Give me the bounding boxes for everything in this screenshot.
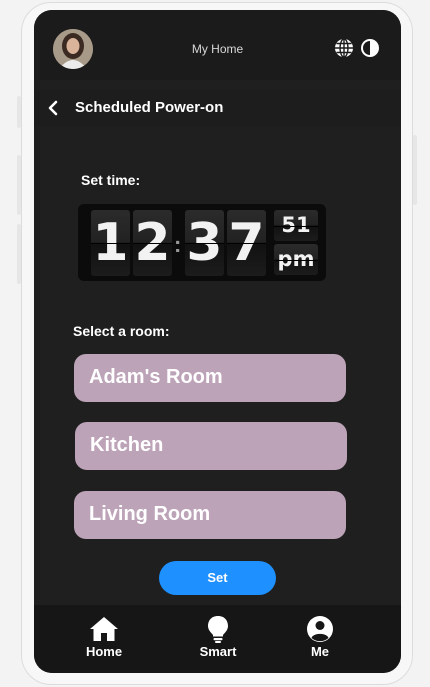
seconds-display: 51 (274, 210, 318, 241)
globe-icon[interactable] (334, 38, 354, 58)
bottom-nav: Home Smart Me (34, 605, 401, 673)
nav-item-smart[interactable]: Smart (188, 615, 248, 659)
am-pm-toggle[interactable]: pm (274, 244, 318, 275)
contrast-icon[interactable] (360, 38, 380, 58)
select-room-label: Select a room: (73, 323, 170, 339)
user-icon (307, 616, 333, 642)
home-icon (90, 617, 118, 641)
page-header: Scheduled Power-on (34, 90, 401, 126)
top-bar: My Home (34, 10, 401, 80)
room-option-kitchen[interactable]: Kitchen (75, 422, 347, 470)
time-picker[interactable]: 1 2 : 3 7 51 pm (78, 204, 326, 281)
nav-item-me[interactable]: Me (290, 615, 350, 659)
hour-ones-digit[interactable]: 2 (133, 210, 172, 276)
app-screen: My Home Scheduled Power-on Set time: 1 2… (34, 10, 401, 673)
nav-label-smart: Smart (199, 644, 237, 659)
room-option-adams-room[interactable]: Adam's Room (74, 354, 346, 402)
minute-ones-digit[interactable]: 7 (227, 210, 266, 276)
nav-label-home: Home (85, 644, 123, 659)
time-separator: : (174, 232, 182, 257)
power-button (413, 135, 417, 205)
side-button (17, 96, 21, 128)
nav-item-home[interactable]: Home (74, 615, 134, 659)
set-time-label: Set time: (81, 172, 141, 188)
side-button (17, 224, 21, 284)
chevron-left-icon[interactable] (46, 100, 60, 116)
bulb-icon (208, 616, 228, 643)
nav-label-me: Me (310, 644, 330, 659)
room-option-living-room[interactable]: Living Room (74, 491, 346, 539)
set-button[interactable]: Set (159, 561, 276, 595)
minute-tens-digit[interactable]: 3 (185, 210, 224, 276)
page-title: Scheduled Power-on (75, 99, 224, 116)
side-button (17, 155, 21, 215)
hour-tens-digit[interactable]: 1 (91, 210, 130, 276)
